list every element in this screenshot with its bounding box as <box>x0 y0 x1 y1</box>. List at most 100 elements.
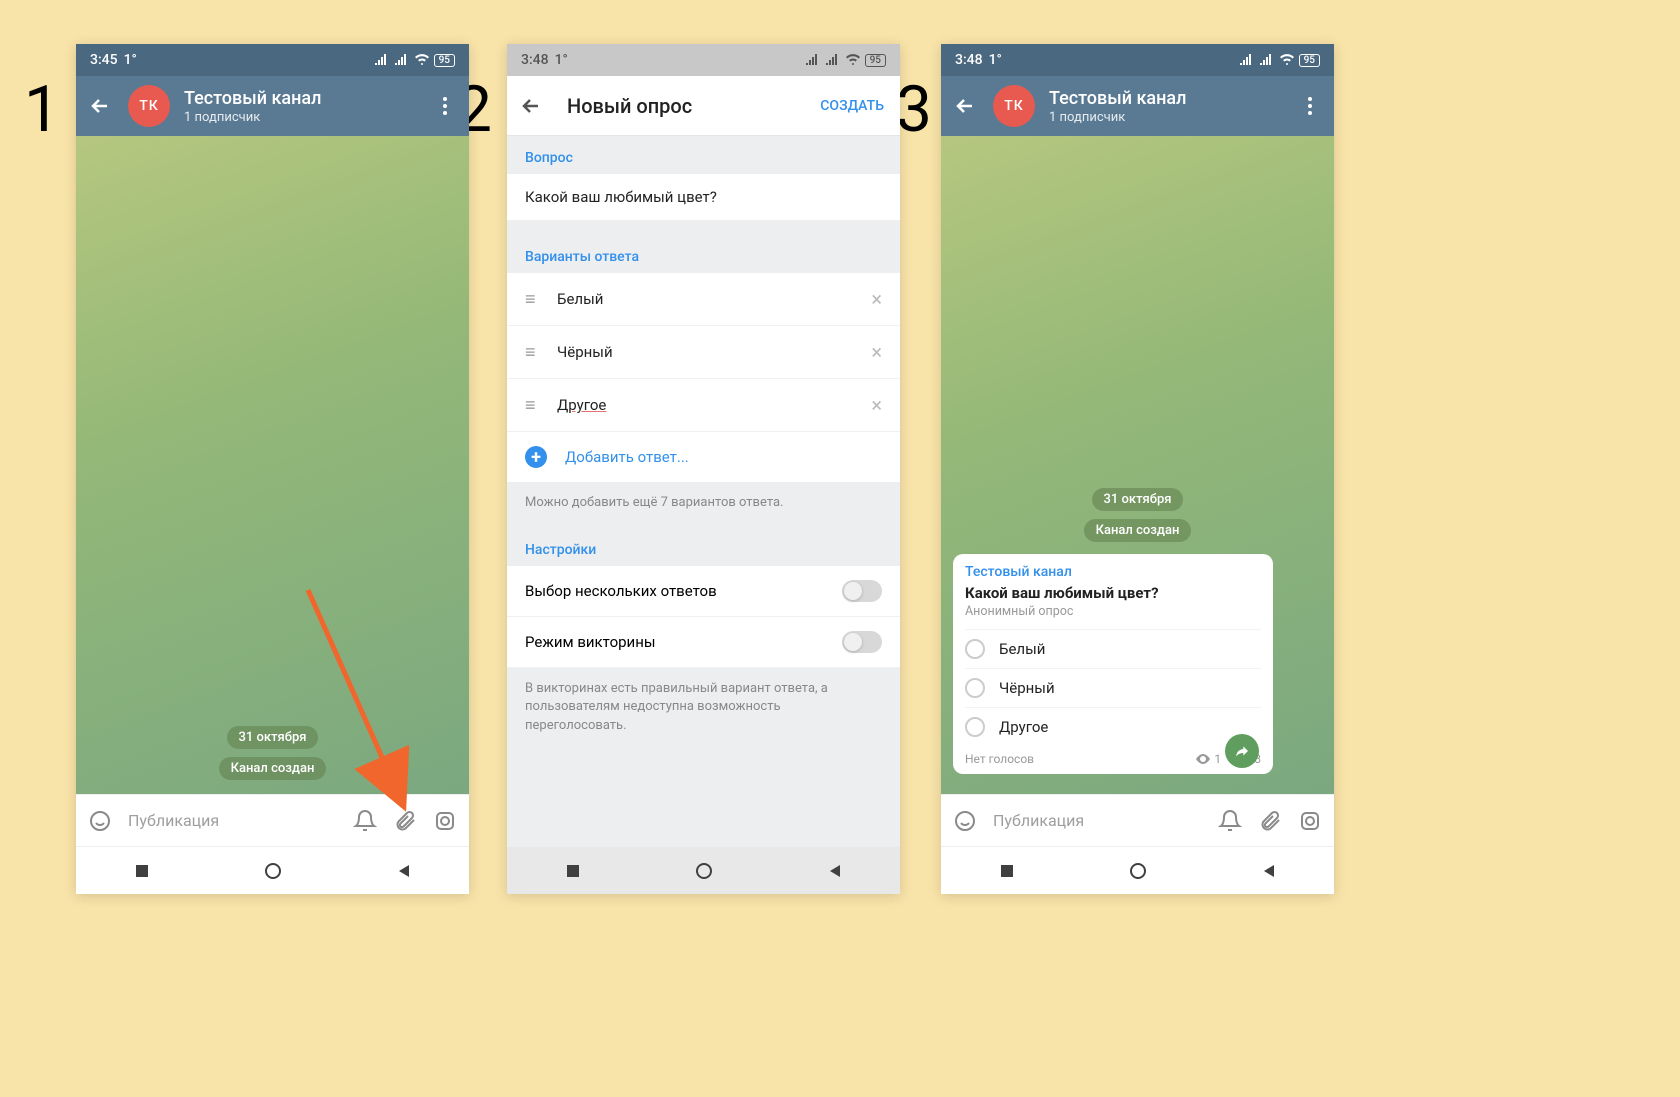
option-row[interactable]: ≡ Чёрный × <box>507 326 900 379</box>
phone-screen-3: 3:48 1° 95 ТК Тестовый канал 1 подписчик… <box>941 44 1334 894</box>
message-sender: Тестовый канал <box>965 564 1261 580</box>
subscriber-count: 1 подписчик <box>184 110 433 125</box>
message-input[interactable]: Публикация <box>993 811 1202 830</box>
radio-icon[interactable] <box>965 717 985 737</box>
chat-area: 31 октября Канал создан <box>76 136 469 794</box>
battery-indicator: 95 <box>865 54 886 67</box>
back-icon[interactable] <box>953 94 977 118</box>
toggle-label: Выбор нескольких ответов <box>525 582 717 600</box>
poll-option[interactable]: Другое <box>965 707 1261 746</box>
channel-title: Тестовый канал <box>184 88 433 109</box>
back-icon[interactable] <box>88 94 112 118</box>
option-text[interactable]: Другое <box>557 396 606 414</box>
poll-option[interactable]: Чёрный <box>965 668 1261 707</box>
signal-icon <box>825 53 841 68</box>
menu-dots-icon[interactable] <box>1298 94 1322 118</box>
add-option-button[interactable]: + Добавить ответ... <box>507 432 900 482</box>
status-time: 3:45 <box>90 52 118 68</box>
section-label-options: Варианты ответа <box>507 235 900 273</box>
attach-icon[interactable] <box>1258 809 1282 833</box>
attach-icon[interactable] <box>393 809 417 833</box>
emoji-icon[interactable] <box>88 809 112 833</box>
message-input-bar: Публикация <box>941 794 1334 846</box>
views-count: 1 <box>1214 752 1221 766</box>
date-chip: 31 октября <box>227 726 319 749</box>
add-option-label: Добавить ответ... <box>565 448 689 466</box>
step-label-3: 3 <box>896 72 932 147</box>
status-notif: 1° <box>124 52 137 68</box>
record-icon[interactable] <box>1298 809 1322 833</box>
share-button[interactable] <box>1225 734 1259 768</box>
back-icon[interactable] <box>519 94 543 118</box>
poll-option[interactable]: Белый <box>965 629 1261 668</box>
signal-icon <box>394 53 410 68</box>
home-icon[interactable] <box>1129 862 1147 880</box>
battery-indicator: 95 <box>1299 54 1320 67</box>
remove-option-icon[interactable]: × <box>871 393 882 417</box>
home-icon[interactable] <box>264 862 282 880</box>
quiz-mode-toggle-row[interactable]: Режим викторины <box>507 617 900 668</box>
drag-handle-icon[interactable]: ≡ <box>525 342 543 363</box>
back-nav-icon[interactable] <box>826 862 844 880</box>
phone-screen-2: 3:48 1° 95 Новый опрос СОЗДАТЬ Вопрос Ка… <box>507 44 900 894</box>
create-button[interactable]: СОЗДАТЬ <box>820 98 888 114</box>
recent-apps-icon[interactable] <box>133 862 151 880</box>
channel-header[interactable]: ТК Тестовый канал 1 подписчик <box>76 76 469 136</box>
record-icon[interactable] <box>433 809 457 833</box>
status-time: 3:48 <box>521 52 549 68</box>
section-label-question: Вопрос <box>507 136 900 174</box>
battery-indicator: 95 <box>434 54 455 67</box>
android-nav-bar <box>76 846 469 894</box>
radio-icon[interactable] <box>965 639 985 659</box>
option-text[interactable]: Чёрный <box>557 343 613 361</box>
mute-icon[interactable] <box>1218 809 1242 833</box>
home-icon[interactable] <box>695 862 713 880</box>
date-chip: 31 октября <box>1092 488 1184 511</box>
subscriber-count: 1 подписчик <box>1049 110 1298 125</box>
section-label-settings: Настройки <box>507 528 900 566</box>
drag-handle-icon[interactable]: ≡ <box>525 289 543 310</box>
emoji-icon[interactable] <box>953 809 977 833</box>
status-notif: 1° <box>555 52 568 68</box>
wifi-icon <box>1279 53 1295 68</box>
poll-option-text: Другое <box>999 718 1048 736</box>
back-nav-icon[interactable] <box>1260 862 1278 880</box>
votes-count-label: Нет голосов <box>965 752 1034 766</box>
toggle-switch[interactable] <box>842 580 882 602</box>
status-bar: 3:48 1° 95 <box>507 44 900 76</box>
message-input-bar: Публикация <box>76 794 469 846</box>
recent-apps-icon[interactable] <box>998 862 1016 880</box>
channel-header[interactable]: ТК Тестовый канал 1 подписчик <box>941 76 1334 136</box>
remove-option-icon[interactable]: × <box>871 340 882 364</box>
signal-icon <box>374 53 390 68</box>
status-bar: 3:48 1° 95 <box>941 44 1334 76</box>
drag-handle-icon[interactable]: ≡ <box>525 395 543 416</box>
wifi-icon <box>845 53 861 68</box>
remove-option-icon[interactable]: × <box>871 287 882 311</box>
recent-apps-icon[interactable] <box>564 862 582 880</box>
option-text[interactable]: Белый <box>557 290 603 308</box>
toggle-switch[interactable] <box>842 631 882 653</box>
radio-icon[interactable] <box>965 678 985 698</box>
poll-option-text: Чёрный <box>999 679 1055 697</box>
status-notif: 1° <box>989 52 1002 68</box>
step-label-1: 1 <box>24 72 60 147</box>
android-nav-bar <box>507 846 900 894</box>
signal-icon <box>1259 53 1275 68</box>
message-input[interactable]: Публикация <box>128 811 337 830</box>
channel-avatar[interactable]: ТК <box>128 85 170 127</box>
option-row[interactable]: ≡ Белый × <box>507 273 900 326</box>
question-input[interactable]: Какой ваш любимый цвет? <box>507 174 900 221</box>
back-nav-icon[interactable] <box>395 862 413 880</box>
menu-dots-icon[interactable] <box>433 94 457 118</box>
toggle-label: Режим викторины <box>525 633 656 651</box>
poll-type-label: Анонимный опрос <box>965 604 1261 619</box>
wifi-icon <box>414 53 430 68</box>
channel-avatar[interactable]: ТК <box>993 85 1035 127</box>
poll-message[interactable]: Тестовый канал Какой ваш любимый цвет? А… <box>953 554 1273 774</box>
status-bar: 3:45 1° 95 <box>76 44 469 76</box>
multi-answer-toggle-row[interactable]: Выбор нескольких ответов <box>507 566 900 617</box>
option-row[interactable]: ≡ Другое × <box>507 379 900 432</box>
mute-icon[interactable] <box>353 809 377 833</box>
phone-screen-1: 3:45 1° 95 ТК Тестовый канал 1 подписчик <box>76 44 469 894</box>
